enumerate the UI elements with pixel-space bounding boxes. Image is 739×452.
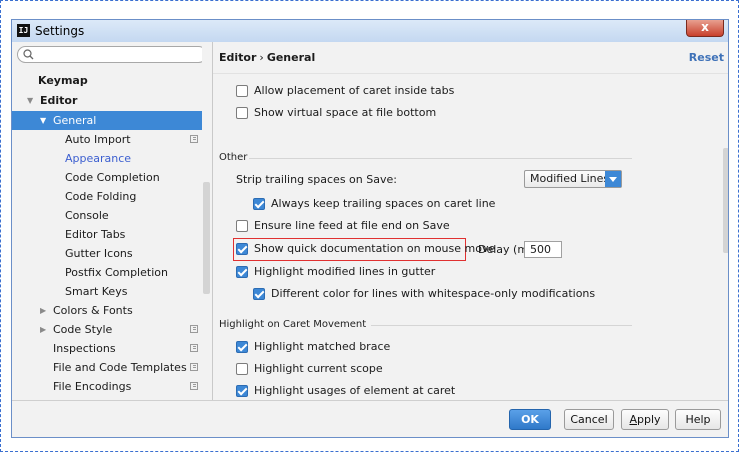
option-label: Allow placement of caret inside tabs	[254, 84, 455, 97]
sidebar-item-label: Code Folding	[65, 190, 137, 203]
checkbox[interactable]	[236, 220, 248, 232]
checkbox[interactable]	[236, 85, 248, 97]
sidebar-item-label: Colors & Fonts	[53, 304, 133, 317]
window-title: Settings	[35, 24, 85, 38]
settings-sidebar: Keymap ▼ Editor ▼ General Auto Import Ap…	[12, 42, 212, 400]
checkbox-checked[interactable]	[253, 198, 265, 210]
search-icon	[23, 49, 34, 60]
apply-button[interactable]: Apply	[621, 409, 669, 430]
option-label: Highlight matched brace	[254, 340, 391, 353]
option-label: Ensure line feed at file end on Save	[254, 219, 450, 232]
option-label: Show virtual space at file bottom	[254, 106, 437, 119]
delay-input[interactable]: 500	[524, 241, 562, 258]
project-scope-icon	[190, 382, 198, 390]
sidebar-item-general[interactable]: ▼ General	[12, 111, 202, 130]
option-label: Highlight modified lines in gutter	[254, 265, 436, 278]
sidebar-item-label: Gutter Icons	[65, 247, 133, 260]
sidebar-item-label: Code Style	[53, 323, 113, 336]
sidebar-item-smart-keys[interactable]: Smart Keys	[12, 282, 202, 301]
sidebar-item-postfix-completion[interactable]: Postfix Completion	[12, 263, 202, 282]
sidebar-scrollbar-thumb[interactable]	[203, 182, 210, 294]
sidebar-item-code-completion[interactable]: Code Completion	[12, 168, 202, 187]
checkbox-checked[interactable]	[236, 385, 248, 397]
checkbox-checked[interactable]	[253, 288, 265, 300]
option-label: Different color for lines with whitespac…	[271, 287, 596, 300]
sidebar-item-label: Keymap	[38, 74, 88, 87]
sidebar-item-editor-tabs[interactable]: Editor Tabs	[12, 225, 202, 244]
collapsed-arrow-icon[interactable]: ▶	[40, 320, 46, 339]
project-scope-icon	[190, 135, 198, 143]
section-divider-caret	[371, 325, 632, 326]
breadcrumb: Editor › General	[219, 51, 315, 64]
search-input[interactable]	[17, 46, 207, 63]
close-button[interactable]: x	[686, 20, 724, 37]
settings-content: Editor › General Reset Allow placement of …	[213, 42, 728, 400]
section-title-caret-movement: Highlight on Caret Movement	[219, 319, 367, 330]
title-bar[interactable]: IJ Settings x	[12, 20, 728, 43]
sidebar-item-file-code-templates[interactable]: File and Code Templates	[12, 358, 202, 377]
option-label: Highlight usages of element at caret	[254, 384, 456, 397]
sidebar-item-label: File Encodings	[53, 380, 132, 393]
option-label: Show quick documentation on mouse move	[254, 242, 496, 255]
collapsed-arrow-icon[interactable]: ▶	[40, 301, 46, 320]
sidebar-item-label: Console	[65, 209, 109, 222]
sidebar-item-auto-import[interactable]: Auto Import	[12, 130, 202, 149]
sidebar-item-label: File and Code Templates	[53, 361, 187, 374]
breadcrumb-parent: Editor	[219, 51, 257, 64]
apply-mnemonic: A	[629, 413, 637, 426]
strip-trailing-select[interactable]: Modified Lines	[524, 170, 622, 188]
select-value: Modified Lines	[530, 172, 610, 185]
sidebar-item-colors-fonts[interactable]: ▶ Colors & Fonts	[12, 301, 202, 320]
header-divider	[213, 73, 728, 74]
app-icon: IJ	[17, 24, 30, 37]
content-scrollbar-thumb[interactable]	[723, 148, 728, 253]
strip-trailing-label: Strip trailing spaces on Save:	[236, 173, 397, 186]
checkbox-checked[interactable]	[236, 341, 248, 353]
checkbox-checked[interactable]	[236, 266, 248, 278]
sidebar-item-label: Code Completion	[65, 171, 160, 184]
dialog-footer: OK Cancel Apply Help	[12, 400, 728, 437]
dropdown-arrow-icon[interactable]	[605, 171, 621, 187]
option-label: Always keep trailing spaces on caret lin…	[271, 197, 496, 210]
option-label: Highlight current scope	[254, 362, 383, 375]
project-scope-icon	[190, 344, 198, 352]
project-scope-icon	[190, 325, 198, 333]
apply-label: pply	[637, 413, 661, 426]
sidebar-item-code-style[interactable]: ▶ Code Style	[12, 320, 202, 339]
sidebar-item-label: Editor Tabs	[65, 228, 126, 241]
expanded-arrow-icon[interactable]: ▼	[40, 111, 46, 130]
checkbox[interactable]	[236, 107, 248, 119]
sidebar-item-label: Smart Keys	[65, 285, 128, 298]
section-divider-other	[249, 158, 632, 159]
reset-link[interactable]: Reset	[689, 51, 724, 64]
help-button[interactable]: Help	[675, 409, 721, 430]
project-scope-icon	[190, 363, 198, 371]
sidebar-item-label: Appearance	[65, 152, 132, 165]
ok-button[interactable]: OK	[509, 409, 551, 430]
sidebar-item-file-encodings[interactable]: File Encodings	[12, 377, 202, 396]
sidebar-item-appearance[interactable]: Appearance	[12, 149, 202, 168]
checkbox-checked[interactable]	[236, 243, 248, 255]
sidebar-item-label: Postfix Completion	[65, 266, 168, 279]
breadcrumb-current: General	[266, 51, 316, 64]
breadcrumb-separator: ›	[259, 51, 264, 64]
sidebar-item-label: Editor	[40, 94, 78, 107]
cancel-button[interactable]: Cancel	[564, 409, 614, 430]
sidebar-item-label: General	[53, 114, 97, 127]
section-title-other: Other	[219, 152, 248, 163]
checkbox[interactable]	[236, 363, 248, 375]
sidebar-item-keymap[interactable]: Keymap	[12, 71, 202, 90]
expanded-arrow-icon[interactable]: ▼	[27, 91, 33, 110]
sidebar-item-editor[interactable]: ▼ Editor	[12, 91, 202, 110]
sidebar-item-code-folding[interactable]: Code Folding	[12, 187, 202, 206]
sidebar-item-inspections[interactable]: Inspections	[12, 339, 202, 358]
sidebar-item-gutter-icons[interactable]: Gutter Icons	[12, 244, 202, 263]
sidebar-item-label: Inspections	[53, 342, 116, 355]
sidebar-item-console[interactable]: Console	[12, 206, 202, 225]
settings-window: IJ Settings x Keymap ▼ Editor ▼ General …	[11, 19, 729, 438]
sidebar-item-label: Auto Import	[65, 133, 131, 146]
